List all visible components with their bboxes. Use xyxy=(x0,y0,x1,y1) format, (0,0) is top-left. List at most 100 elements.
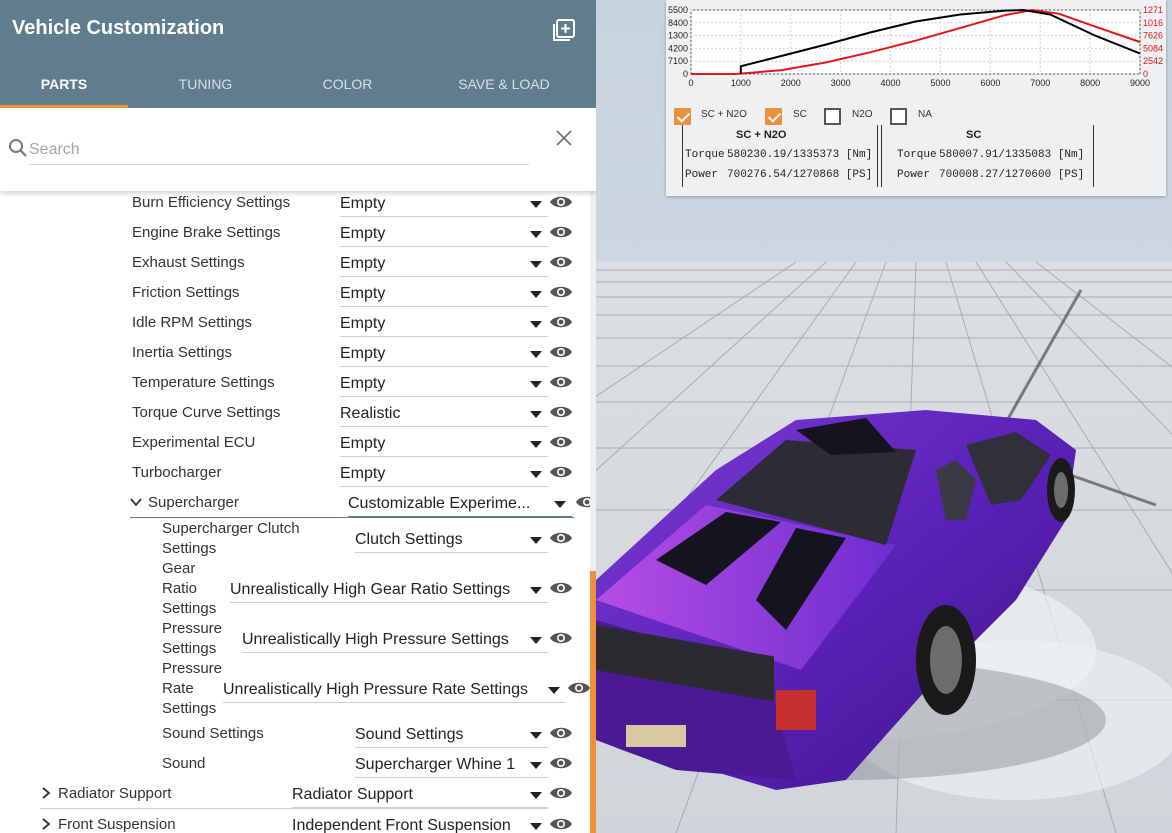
part-select[interactable]: Radiator Support xyxy=(292,782,548,808)
y-tick-left: 1300 xyxy=(668,31,688,41)
child-label-line: Pressure xyxy=(162,620,223,637)
divider xyxy=(1093,125,1094,187)
chevron-down-icon[interactable] xyxy=(130,496,142,508)
scrollbar-thumb[interactable] xyxy=(590,571,596,833)
parts-tree: Burn Efficiency Settings Empty Engine Br… xyxy=(0,191,596,833)
part-label: Experimental ECU xyxy=(132,434,256,451)
child-select[interactable]: Unrealistically High Pressure Settings xyxy=(242,627,548,653)
divider xyxy=(881,125,882,187)
eye-icon[interactable] xyxy=(549,404,573,420)
part-label: Engine Brake Settings xyxy=(132,224,281,241)
toggle-n2o-checkbox[interactable] xyxy=(824,108,841,125)
eye-icon[interactable] xyxy=(549,284,573,300)
eye-icon[interactable] xyxy=(549,755,573,771)
part-select[interactable]: Empty xyxy=(340,431,548,457)
tab-tuning[interactable]: TUNING xyxy=(128,60,283,108)
part-label: Temperature Settings xyxy=(132,374,275,391)
eye-icon[interactable] xyxy=(549,314,573,330)
y-tick-left: 8400 xyxy=(668,18,688,28)
graph-plot: 5500 1271 8400 1016 1300 7626 4200 5084 7100 2542… xyxy=(668,5,1163,88)
part-select[interactable]: Empty xyxy=(340,191,548,217)
x-tick: 9000 xyxy=(1130,78,1150,88)
eye-icon[interactable] xyxy=(549,725,573,741)
eye-icon[interactable] xyxy=(549,194,573,210)
part-label: Front Suspension xyxy=(58,816,176,833)
part-select[interactable]: Empty xyxy=(340,341,548,367)
add-config-icon[interactable] xyxy=(552,18,576,42)
x-tick: 7000 xyxy=(1030,78,1050,88)
part-select[interactable]: Empty xyxy=(340,221,548,247)
divider xyxy=(130,517,574,518)
child-label-line: Rate xyxy=(162,680,194,697)
tab-color[interactable]: COLOR xyxy=(283,60,412,108)
chevron-right-icon[interactable] xyxy=(40,787,52,799)
eye-icon[interactable] xyxy=(549,254,573,270)
stats-sc-title: SC xyxy=(966,129,982,141)
y-tick-right: 1271 xyxy=(1143,5,1163,15)
eye-icon[interactable] xyxy=(549,464,573,480)
child-select[interactable]: Unrealistically High Pressure Rate Setti… xyxy=(223,677,566,703)
tab-parts[interactable]: PARTS xyxy=(0,60,128,108)
toggle-na-checkbox[interactable] xyxy=(890,108,907,125)
part-select[interactable]: Realistic xyxy=(340,401,548,427)
eye-icon[interactable] xyxy=(549,630,573,646)
child-label: Sound Settings xyxy=(162,724,264,744)
stats-sc-torque-label: Torque xyxy=(897,149,937,161)
torque-power-graph: 5500 1271 8400 1016 1300 7626 4200 5084 7100 2542… xyxy=(666,0,1166,196)
close-icon[interactable] xyxy=(554,128,574,148)
stats-sc-n2o-title: SC + N2O xyxy=(736,129,787,141)
y-tick-left: 0 xyxy=(683,69,688,79)
toggle-sc-checkbox[interactable] xyxy=(765,108,782,125)
child-label-line: Ratio xyxy=(162,580,198,597)
eye-icon[interactable] xyxy=(549,344,573,360)
eye-icon[interactable] xyxy=(549,580,573,596)
stats-sc-n2o-power-label: Power xyxy=(685,169,719,181)
child-label-line: Settings xyxy=(162,640,217,657)
eye-icon[interactable] xyxy=(549,785,573,801)
part-select[interactable]: Empty xyxy=(340,281,548,307)
part-select[interactable]: Empty xyxy=(340,461,548,487)
child-label-line: Gear xyxy=(162,560,196,577)
tab-save-load[interactable]: SAVE & LOAD xyxy=(412,60,596,108)
eye-icon[interactable] xyxy=(549,374,573,390)
eye-icon[interactable] xyxy=(549,224,573,240)
child-label-line: Settings xyxy=(162,540,217,557)
toggle-sc-label: SC xyxy=(793,109,807,120)
part-label: Turbocharger xyxy=(132,464,222,481)
child-select[interactable]: Supercharger Whine 1 xyxy=(355,752,548,778)
y-tick-right: 5084 xyxy=(1143,43,1163,53)
child-label: Pressure Rate Settings xyxy=(162,659,222,719)
child-label: Supercharger Clutch Settings xyxy=(162,519,300,559)
y-tick-right: 2542 xyxy=(1143,56,1163,66)
part-select[interactable]: Empty xyxy=(340,371,548,397)
x-tick: 3000 xyxy=(831,78,851,88)
eye-icon[interactable] xyxy=(549,816,573,832)
x-tick: 5000 xyxy=(930,78,950,88)
part-select[interactable]: Empty xyxy=(340,251,548,277)
eye-icon[interactable] xyxy=(549,434,573,450)
child-label-line: Pressure xyxy=(162,660,223,677)
search-input[interactable] xyxy=(29,135,529,165)
toggle-sc-n2o-checkbox[interactable] xyxy=(674,108,691,125)
eye-icon[interactable] xyxy=(549,530,573,546)
toggle-sc-n2o-label: SC + N2O xyxy=(701,109,747,120)
child-label: Gear Ratio Settings xyxy=(162,559,216,619)
supercharger-select[interactable]: Customizable Experime... xyxy=(348,491,572,517)
child-select[interactable]: Unrealistically High Gear Ratio Settings xyxy=(230,577,548,603)
eye-icon[interactable] xyxy=(567,680,591,696)
chevron-right-icon[interactable] xyxy=(40,818,52,830)
part-select[interactable]: Independent Front Suspension xyxy=(292,813,548,833)
stats-sc-power-label: Power xyxy=(897,169,931,181)
x-tick: 4000 xyxy=(881,78,901,88)
child-select[interactable]: Clutch Settings xyxy=(355,527,548,553)
part-select[interactable]: Empty xyxy=(340,311,548,337)
y-tick-right: 7626 xyxy=(1143,31,1163,41)
child-label-line: Sound xyxy=(162,755,206,772)
y-tick-right: 1016 xyxy=(1143,18,1163,28)
supercharger-label: Supercharger xyxy=(148,494,239,511)
child-select[interactable]: Sound Settings xyxy=(355,722,548,748)
scrollbar[interactable] xyxy=(590,191,596,833)
part-label: Exhaust Settings xyxy=(132,254,245,271)
child-label-line: Sound Settings xyxy=(162,725,264,742)
stats-sc-n2o-power: 700276.54/1270868 [PS] xyxy=(727,169,873,181)
